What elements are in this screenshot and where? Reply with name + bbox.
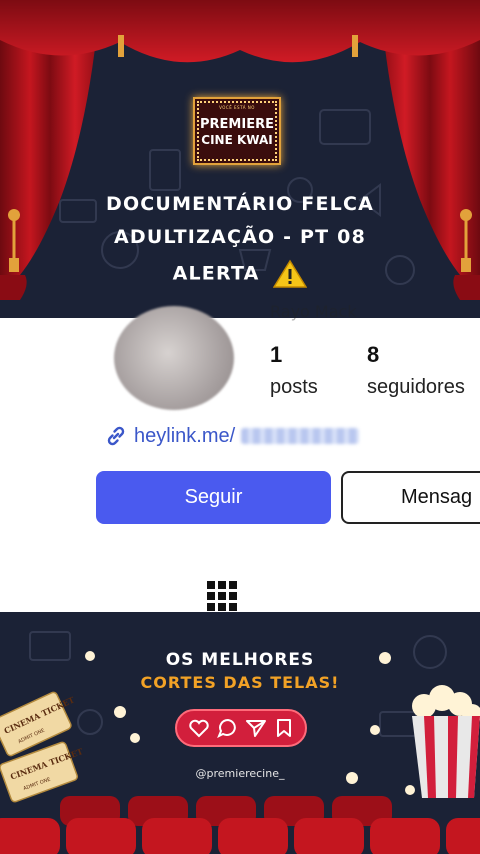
badge-line-2: CINE KWAI bbox=[201, 133, 273, 147]
grid-icon[interactable] bbox=[207, 581, 237, 611]
curtain-valance bbox=[0, 0, 480, 63]
followers-count[interactable]: 8 bbox=[367, 342, 379, 368]
profile-username: Rayo Mack bbox=[270, 302, 357, 321]
link-icon bbox=[107, 426, 125, 446]
headline-line-3-wrap: ALERTA bbox=[0, 259, 480, 289]
headline-line-1: DOCUMENTÁRIO FELCA bbox=[105, 193, 375, 215]
heart-icon[interactable] bbox=[188, 718, 210, 738]
bottom-line-1: OS MELHORES bbox=[165, 650, 315, 670]
posts-label: posts bbox=[270, 376, 318, 398]
premiere-cine-kwai-badge: VOCÊ ESTÁ NO PREMIERE CINE KWAI bbox=[193, 97, 281, 165]
cinema-seats bbox=[0, 796, 480, 854]
followers-label[interactable]: seguidores bbox=[367, 376, 465, 399]
social-actions-bar bbox=[175, 709, 307, 747]
headline-line-2: ADULTIZAÇÃO - PT 08 bbox=[113, 226, 367, 248]
profile-screenshot bbox=[0, 318, 480, 612]
top-banner: VOCÊ ESTÁ NO PREMIERE CINE KWAI DOCUMENT… bbox=[0, 0, 480, 318]
warning-icon bbox=[273, 259, 308, 288]
profile-avatar[interactable] bbox=[114, 306, 234, 410]
comment-icon[interactable] bbox=[216, 718, 239, 738]
blurred-link-suffix bbox=[241, 428, 360, 444]
posts-count: 1 bbox=[270, 342, 283, 367]
instagram-handle: @premierecine_ bbox=[195, 767, 285, 780]
bookmark-icon[interactable] bbox=[274, 718, 294, 738]
profile-link-text[interactable]: heylink.me/ bbox=[134, 425, 235, 448]
bottom-line-2: CORTES DAS TELAS! bbox=[140, 673, 340, 692]
badge-small-text: VOCÊ ESTÁ NO bbox=[219, 105, 255, 110]
send-icon[interactable] bbox=[245, 718, 267, 738]
badge-line-1: PREMIERE bbox=[200, 117, 274, 132]
follow-button[interactable]: Seguir bbox=[96, 471, 331, 524]
profile-link[interactable]: heylink.me/ bbox=[104, 424, 360, 448]
headline-line-3: ALERTA bbox=[172, 262, 260, 285]
message-button[interactable]: Mensag bbox=[341, 471, 480, 524]
